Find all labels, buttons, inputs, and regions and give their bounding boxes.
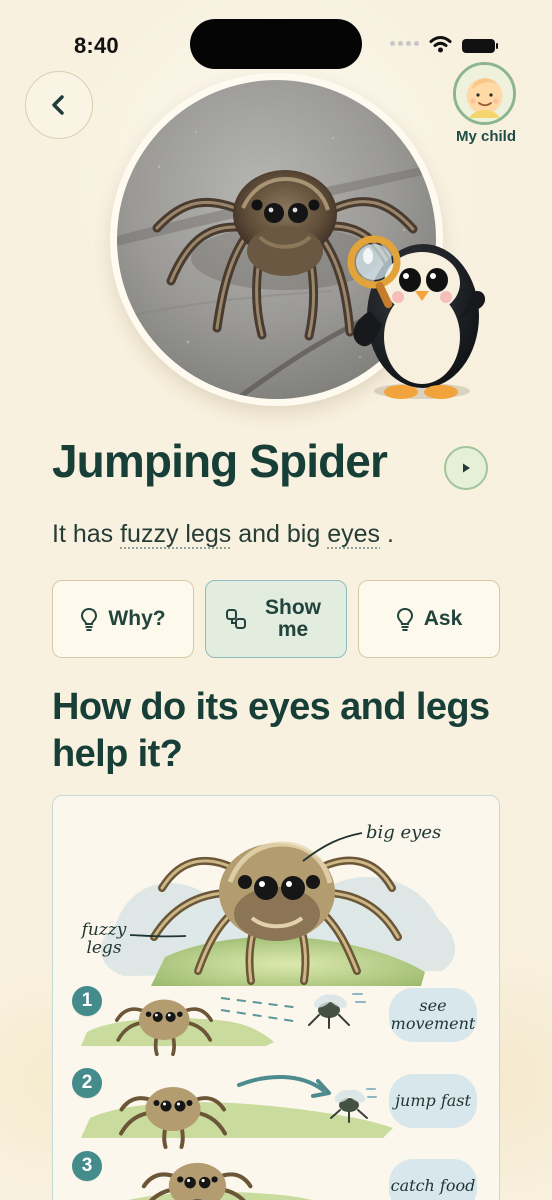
show-me-label: Show me <box>265 596 321 641</box>
ask-button[interactable]: Ask <box>358 580 500 658</box>
status-icons <box>390 33 504 57</box>
step-number-one: 1 <box>72 986 102 1016</box>
status-time: 8:40 <box>74 33 119 58</box>
lightbulb-icon <box>81 607 98 631</box>
eyes-legs-question: How do its eyes and legs help it? <box>52 686 490 775</box>
big-eyes-label: big eyes <box>366 822 442 843</box>
show-me-icon <box>226 609 246 629</box>
step-number-two: 2 <box>72 1068 102 1098</box>
play-icon <box>463 463 470 473</box>
fly-icon-one <box>308 994 350 1029</box>
spider-illustration-card: big eyes fuzzy legs 1 2 3 see movement j… <box>52 795 500 1200</box>
step-label-jump-fast: jump fast <box>389 1074 477 1128</box>
wifi-icon <box>429 36 452 53</box>
hero-image-section <box>110 73 504 413</box>
penguin-magnifier-mascot <box>347 235 486 399</box>
battery-icon <box>462 39 498 53</box>
ask-label: Ask <box>423 607 463 630</box>
description-before: It has <box>52 520 121 548</box>
play-audio-button[interactable] <box>444 446 488 490</box>
show-me-button[interactable]: Show me <box>205 580 347 658</box>
why-label: Why? <box>108 607 166 630</box>
dynamic-island <box>190 19 362 69</box>
title-row: Jumping Spider <box>52 432 497 498</box>
fuzzy-legs-label: fuzzy legs <box>81 920 127 958</box>
eyes-word[interactable]: eyes <box>327 520 380 548</box>
chevron-left-icon <box>52 95 64 115</box>
page-title: Jumping Spider <box>52 435 388 487</box>
step-label-see-movement: see movement <box>389 988 477 1042</box>
description-after: . <box>386 520 394 548</box>
description-middle: and big <box>238 520 328 548</box>
why-button[interactable]: Why? <box>52 580 194 658</box>
spider-description: It has fuzzy legs and big eyes . <box>52 517 492 551</box>
back-button[interactable] <box>25 71 93 139</box>
step-label-catch-food: catch food <box>389 1159 477 1200</box>
fuzzy-legs-word[interactable]: fuzzy legs <box>120 520 231 548</box>
spider-learning-screen: 8:40 My child Jumping Spider It has fuzz… <box>0 0 552 1200</box>
lightbulb-icon <box>396 607 413 631</box>
step-number-three: 3 <box>72 1151 102 1181</box>
learning-actions: Why? Show me Ask <box>52 580 500 658</box>
signal-icon <box>390 41 420 49</box>
